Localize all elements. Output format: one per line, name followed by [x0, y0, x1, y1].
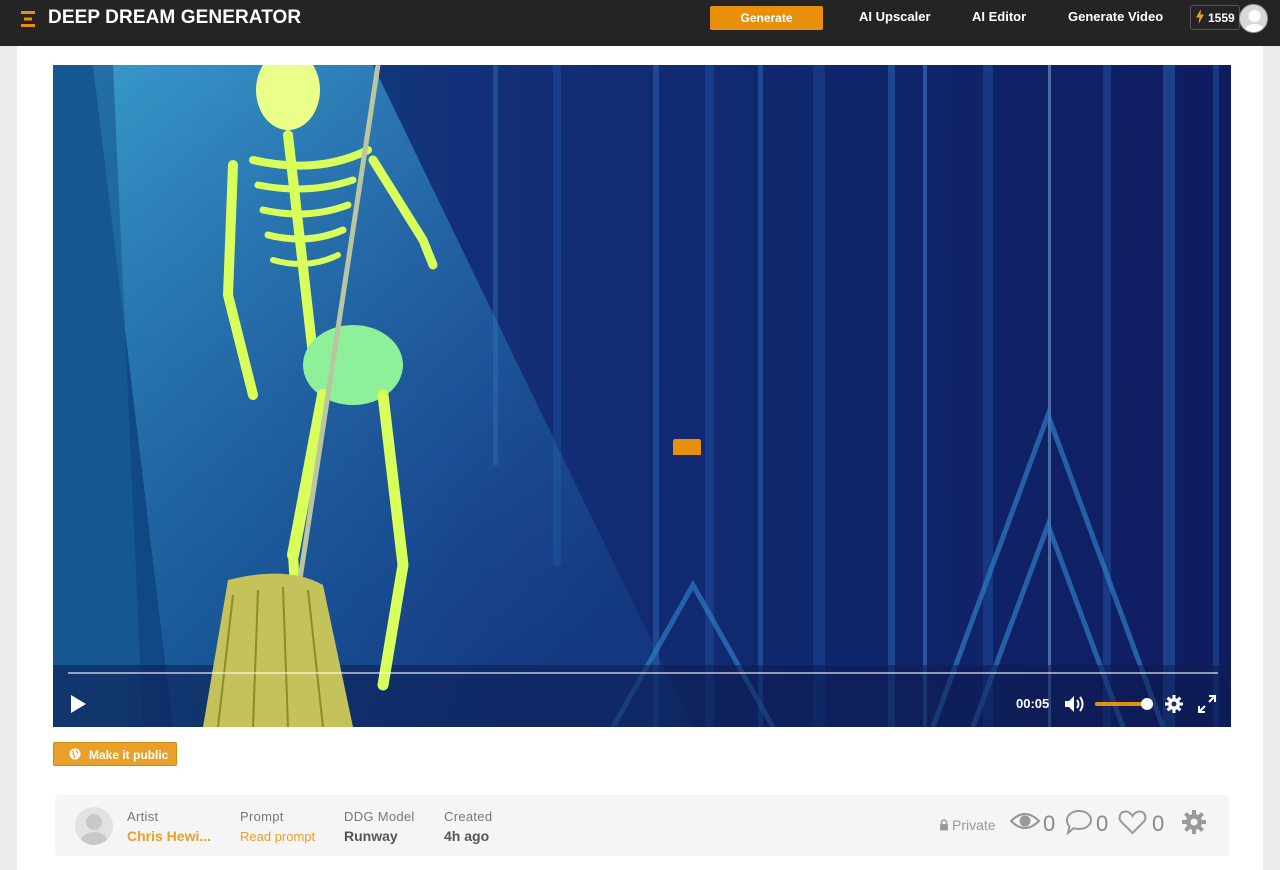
- comment-icon[interactable]: [1065, 809, 1093, 835]
- artist-avatar-icon: [80, 814, 108, 845]
- comments-count: 0: [1096, 811, 1109, 836]
- settings-gear-icon[interactable]: [1181, 809, 1207, 835]
- credits-count: 1559: [1208, 11, 1235, 25]
- creation-info-bar: Artist Chris Hewi... Prompt Read prompt …: [55, 795, 1229, 856]
- artist-avatar[interactable]: [75, 807, 113, 845]
- generate-button[interactable]: Generate: [710, 6, 823, 30]
- globe-icon: [69, 748, 81, 760]
- volume-icon[interactable]: [1064, 694, 1086, 714]
- heart-icon[interactable]: [1118, 809, 1147, 835]
- nav-ai-editor[interactable]: AI Editor: [972, 9, 1026, 24]
- artist-name-link[interactable]: Chris Hewi...: [127, 828, 211, 844]
- volume-slider-fill: [1095, 702, 1147, 706]
- views-count: 0: [1043, 811, 1056, 836]
- created-label: Created: [444, 809, 493, 824]
- user-avatar-icon: [1244, 10, 1265, 32]
- artist-label: Artist: [127, 809, 159, 824]
- nav-ai-upscaler[interactable]: AI Upscaler: [859, 9, 931, 24]
- video-progress-bar[interactable]: [68, 672, 1218, 674]
- make-public-button[interactable]: Make it public: [53, 742, 177, 766]
- lock-icon: [940, 819, 948, 831]
- model-label: DDG Model: [344, 809, 415, 824]
- created-value: 4h ago: [444, 828, 490, 844]
- brand-title[interactable]: DEEP DREAM GENERATOR: [48, 7, 301, 29]
- logo-icon[interactable]: [20, 10, 36, 28]
- bolt-icon: [1196, 9, 1204, 24]
- visibility-label: Private: [952, 817, 996, 833]
- credits-badge[interactable]: 1559: [1190, 5, 1240, 30]
- read-prompt-link[interactable]: Read prompt: [240, 829, 315, 844]
- volume-slider[interactable]: [1095, 698, 1153, 710]
- loading-spinner-icon: [673, 439, 701, 455]
- user-avatar[interactable]: [1239, 4, 1268, 33]
- gear-icon[interactable]: [1164, 694, 1184, 714]
- views-icon[interactable]: [1010, 810, 1040, 832]
- video-frame: [53, 65, 1231, 727]
- nav-generate-video[interactable]: Generate Video: [1068, 9, 1163, 24]
- video-player[interactable]: 00:05: [53, 65, 1231, 727]
- volume-slider-knob[interactable]: [1141, 698, 1153, 710]
- play-icon[interactable]: [68, 693, 88, 715]
- prompt-label: Prompt: [240, 809, 284, 824]
- fullscreen-icon[interactable]: [1197, 694, 1217, 714]
- model-value: Runway: [344, 828, 398, 844]
- video-time: 00:05: [1016, 696, 1050, 711]
- make-public-label: Make it public: [89, 748, 169, 762]
- visibility-status: Private: [939, 817, 996, 833]
- top-navbar: DEEP DREAM GENERATOR Generate AI Upscale…: [0, 0, 1280, 46]
- likes-count: 0: [1152, 811, 1165, 836]
